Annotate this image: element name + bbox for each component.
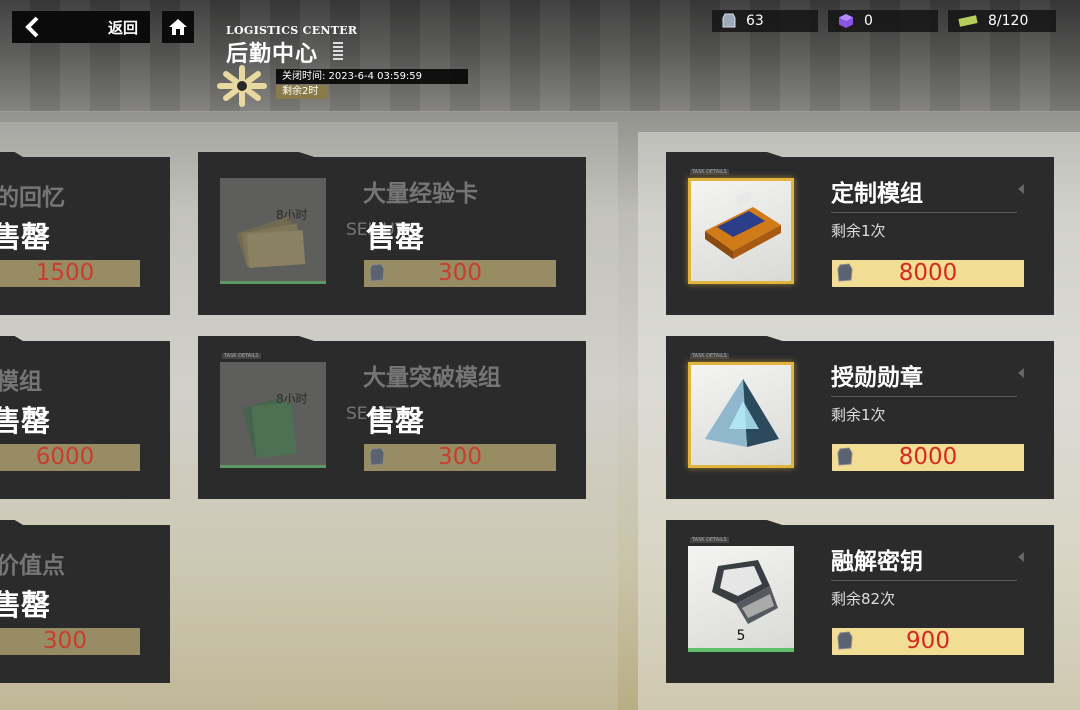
item-name: 定制模组 [831, 181, 923, 207]
task-details-tag: TASK DETAILS [690, 537, 729, 543]
item-name: 融解密钥 [831, 549, 923, 575]
task-details-tag: TASK DETAILS [690, 353, 729, 359]
item-name: 模组 [0, 369, 42, 395]
item-thumbnail: 8小时 [220, 178, 326, 284]
price-value: 1500 [35, 260, 95, 286]
divider [831, 396, 1017, 397]
remaining-stock: 剩余1次 [831, 222, 886, 240]
dog-tag-icon [369, 447, 385, 466]
remaining-time-badge: 剩余2时 [276, 85, 328, 99]
shop-card-sold-value-point[interactable]: 价值点 售罄 UT 300 [0, 520, 170, 683]
price-button[interactable]: 8000 [832, 444, 1024, 471]
item-thumbnail: 8小时 [220, 362, 326, 468]
home-button[interactable] [162, 11, 194, 43]
circuit-board-icon [705, 191, 781, 259]
shop-card-sold-module[interactable]: 模组 售罄 UT 6000 [0, 336, 170, 499]
exp-card-stack-icon [236, 216, 306, 268]
module-stack-icon [241, 397, 297, 459]
shop-card-sold-exp-cards[interactable]: 8小时 大量经验卡 SEL UT 售罄 300 [198, 152, 586, 315]
usb-key-icon [712, 560, 778, 624]
price-tag: 1500 [0, 260, 140, 287]
item-name: 大量突破模组 [363, 365, 501, 391]
dog-tag-counter[interactable]: 63 [712, 10, 818, 32]
price-value: 8000 [898, 444, 958, 470]
ticket-counter[interactable]: 8/120 [948, 10, 1056, 32]
item-thumbnail [688, 362, 794, 468]
ticket-icon [958, 15, 978, 27]
price-value: 6000 [35, 444, 95, 470]
price-value: 900 [906, 628, 950, 654]
dog-tag-icon [837, 263, 853, 282]
dog-tag-icon [837, 631, 853, 650]
home-icon [169, 19, 187, 35]
dog-tag-icon [837, 447, 853, 466]
price-button[interactable]: 900 [832, 628, 1024, 655]
dog-tag-icon [369, 263, 385, 282]
top-bar: 返回 LOGISTICS CENTER 后勤中心 关闭时间: 2023-6-4 … [0, 0, 1080, 112]
item-name: 授勋勋章 [831, 365, 923, 391]
sun-emblem-icon [217, 65, 267, 107]
price-value: 300 [43, 628, 87, 654]
task-details-tag: TASK DETAILS [222, 353, 261, 359]
item-thumbnail [688, 178, 794, 284]
price-value: 8000 [898, 260, 958, 286]
price-tag: 300 [0, 628, 140, 655]
price-tag: 300 [364, 444, 556, 471]
shop-card-sold-memory[interactable]: 的回忆 售罄 UT 1500 [0, 152, 170, 315]
price-tag: 300 [364, 260, 556, 287]
dog-tag-icon [722, 13, 736, 28]
item-name: 的回忆 [0, 185, 65, 211]
back-label: 返回 [107, 19, 138, 37]
shop-card-medal[interactable]: TASK DETAILS 授勋勋章 剩余1次 8000 [666, 336, 1054, 499]
task-details-tag: TASK DETAILS [690, 169, 729, 175]
expand-arrow-icon[interactable] [1018, 552, 1024, 562]
shop-card-decryption-key[interactable]: TASK DETAILS 5 融解密钥 剩余82次 900 [666, 520, 1054, 683]
price-value: 300 [438, 260, 482, 286]
item-name: 价值点 [0, 553, 65, 579]
shop-card-custom-module[interactable]: TASK DETAILS 定制模组 剩余1次 8000 [666, 152, 1054, 315]
ticket-value: 8/120 [988, 13, 1029, 29]
item-quantity: 5 [736, 628, 746, 644]
back-button[interactable]: 返回 [12, 11, 150, 43]
sold-out-label: 售罄 [366, 404, 425, 438]
rarity-bar [220, 281, 326, 284]
price-button[interactable]: 8000 [832, 260, 1024, 287]
crystal-medal-icon [705, 379, 779, 447]
title-decoration [333, 42, 343, 60]
dog-tag-value: 63 [746, 13, 764, 29]
shop-card-sold-breakthrough-modules[interactable]: TASK DETAILS 8小时 大量突破模组 SE UT 售罄 300 [198, 336, 586, 499]
sold-out-english: UT [24, 592, 47, 612]
expand-arrow-icon[interactable] [1018, 368, 1024, 378]
sold-out-english: UT [24, 408, 47, 428]
close-time-label: 关闭时间: 2023-6-4 03:59:59 [276, 69, 468, 84]
purple-cube-icon [839, 14, 853, 28]
expand-arrow-icon[interactable] [1018, 184, 1024, 194]
rarity-bar [220, 465, 326, 468]
cube-counter[interactable]: 0 [828, 10, 938, 32]
item-name: 大量经验卡 [363, 181, 478, 207]
sold-out-english: UT [24, 224, 47, 244]
sold-out-label: 售罄 [366, 220, 425, 254]
divider [831, 212, 1017, 213]
remaining-stock: 剩余82次 [831, 590, 896, 608]
rarity-bar [688, 648, 794, 652]
divider [831, 580, 1017, 581]
remaining-stock: 剩余1次 [831, 406, 886, 424]
cube-value: 0 [864, 13, 873, 29]
price-value: 300 [438, 444, 482, 470]
item-thumbnail: 5 [688, 546, 794, 652]
price-tag: 6000 [0, 444, 140, 471]
chevron-left-icon [25, 16, 39, 38]
